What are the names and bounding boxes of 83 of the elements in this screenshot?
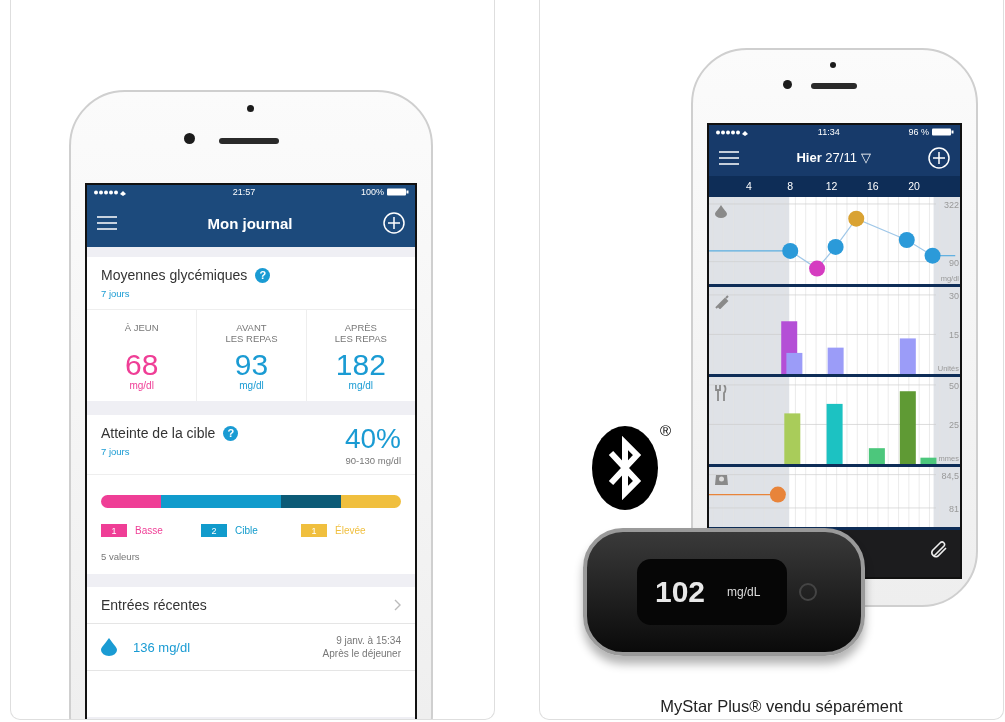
signal-wifi-icon [715,128,749,136]
nav-title[interactable]: Hier 27/11 ▽ [796,150,871,165]
camera-lens [783,80,792,89]
card-title: Atteinte de la cible [101,425,216,441]
stat-unit: mg/dl [239,380,264,391]
add-icon[interactable] [928,146,950,169]
bar [868,448,885,464]
bar [920,457,937,464]
chart-point [924,247,941,264]
stat-label: AVANT LES REPAS [225,322,278,344]
target-percent: 40% [344,425,401,453]
count-chip: 1 [301,524,327,537]
menu-icon[interactable] [719,150,739,165]
legend-label: Cible [235,525,258,536]
nav-title: Mon journal [207,214,293,232]
bar [899,338,916,374]
chart-point [898,232,915,248]
bar [784,413,801,464]
scale-label: 50 [949,380,959,391]
values-count: 5 valeurs [100,550,141,564]
hour-tick: 20 [908,180,920,192]
speaker-grille [811,83,857,89]
paperclip-icon[interactable] [930,540,950,560]
bar [827,347,844,374]
fork-knife-icon [715,385,727,401]
scale-icon [715,473,728,485]
legend-label: Basse [135,525,163,536]
sensor-dot [830,62,836,68]
scale-label: 25 [949,420,959,431]
drop-icon [101,638,117,656]
speaker-grille [219,138,279,144]
chart-point [827,238,844,255]
signal-wifi-icon [93,188,127,196]
status-time: 21:57 [232,187,256,197]
stat-label: À JEUN [124,322,159,335]
stat-value: 93 [234,350,269,380]
hour-tick: 12 [825,180,838,192]
scale-label: 30 [949,290,959,301]
caption: MyStar Plus® vendu séparément [660,697,903,716]
meter-unit: mg/dL [727,585,761,599]
help-icon[interactable]: ? [255,267,271,283]
sensor-dot [247,105,254,112]
count-chip: 2 [201,524,227,537]
stat-unit: mg/dl [348,380,374,391]
scale-label: 84,5 [941,470,959,481]
meter-reading: 102 [655,575,706,609]
period-label: 7 jours [101,446,130,457]
registered-mark: ® [660,422,672,439]
target-range: 90-130 mg/dl [345,455,401,466]
battery-icon [932,128,954,136]
hour-tick: 16 [866,180,879,192]
add-icon[interactable] [383,212,405,234]
syringe-icon [715,295,729,309]
chart-point [782,242,799,259]
scale-label: 15 [949,330,959,341]
chart-point [848,210,865,227]
battery-percent: 96 % [908,127,929,137]
chart-point [809,260,826,277]
entry-date: 9 janv. à 15:34 [336,635,401,646]
stat-value: 182 [335,350,386,380]
battery-icon [387,188,409,196]
entry-context: Après le déjeuner [322,648,401,659]
count-chip: 1 [101,524,127,537]
stat-unit: mg/dl [129,380,154,391]
hour-tick: 4 [746,180,752,192]
card-title: Moyennes glycémiques [101,267,248,283]
scale-label: 81 [949,503,959,514]
axis-tick-label: 322 [943,199,959,210]
axis-tick-label: 90 [949,257,959,268]
status-time: 11:34 [817,127,840,137]
card-title: Entrées récentes [101,597,207,613]
hour-tick: 8 [787,180,794,192]
entry-row[interactable]: 136 mg/dl 9 janv. à 15:34 Après le déjeuner [87,623,415,670]
legend-label: Élevée [335,525,366,536]
battery-percent: 100% [360,187,384,197]
period-label: 7 jours [101,288,130,299]
entry-value: 136 mg/dl [133,639,191,655]
menu-icon[interactable] [97,216,117,230]
camera-lens [184,133,195,144]
stat-label: APRÈS LES REPAS [334,322,387,344]
help-icon[interactable]: ? [223,425,239,441]
stat-value: 68 [124,350,159,380]
drop-icon [715,205,727,218]
